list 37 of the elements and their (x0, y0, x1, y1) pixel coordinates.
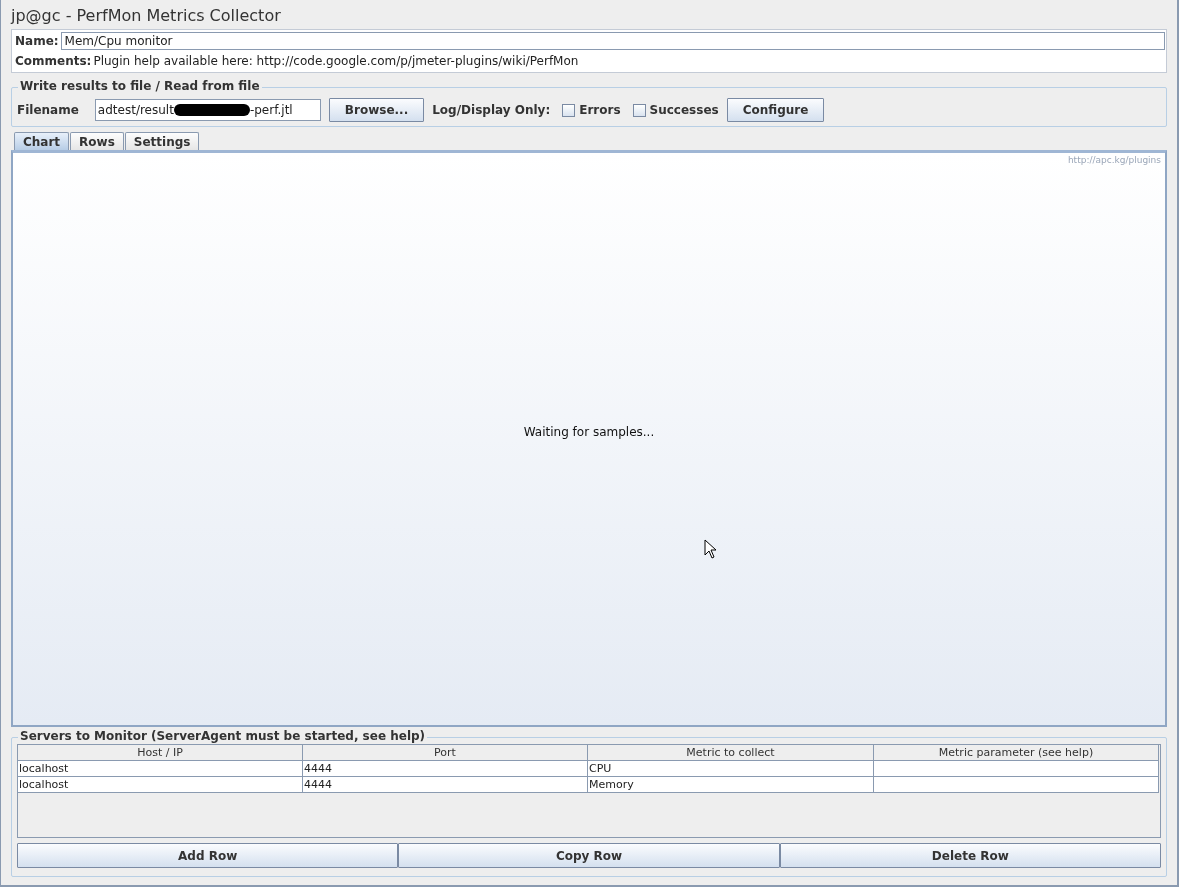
table-action-button[interactable]: Add Row (17, 843, 399, 868)
configure-button[interactable]: Configure (726, 98, 825, 122)
table-cell[interactable]: localhost (18, 777, 303, 793)
group-title: Servers to Monitor (ServerAgent must be started, see help) (18, 729, 428, 743)
table-cell[interactable]: 4444 (303, 761, 588, 777)
column-header[interactable]: Metric parameter (see help) (874, 745, 1159, 761)
table-cell[interactable] (874, 761, 1159, 777)
tab[interactable]: Settings (124, 132, 200, 150)
checkbox[interactable] (632, 103, 646, 117)
tab[interactable]: Chart (14, 132, 70, 150)
checkbox[interactable] (562, 103, 576, 117)
field-label: Name: (14, 34, 59, 48)
column-header[interactable]: Metric to collect (588, 745, 874, 761)
table-cell[interactable]: localhost (18, 761, 303, 777)
window-title: jp@gc - PerfMon Metrics Collector (11, 5, 282, 27)
column-header[interactable]: Host / IP (18, 745, 303, 761)
name-field[interactable]: Mem/Cpu monitor (60, 32, 1165, 50)
field-label: Filename (17, 103, 79, 117)
field-label: Comments: (14, 54, 92, 68)
table-cell[interactable]: Memory (588, 777, 874, 793)
table-action-button[interactable]: Copy Row (398, 843, 780, 868)
tab[interactable]: Rows (70, 132, 124, 150)
table-cell[interactable]: 4444 (303, 777, 588, 793)
checkbox-label: Errors (579, 103, 621, 117)
comments-text: Plugin help available here: http://code.google.com/p/jmeter-plugins/wiki/PerfMon (93, 54, 579, 68)
column-header[interactable]: Port (303, 745, 588, 761)
table-cell[interactable] (874, 777, 1159, 793)
filename-field[interactable]: adtest/result -perf.jtl (94, 99, 321, 121)
watermark-text: http://apc.kg/plugins (1067, 155, 1161, 165)
status-message: Waiting for samples... (523, 425, 655, 439)
mouse-pointer-icon (704, 539, 718, 559)
field-label: Log/Display Only: (432, 103, 551, 117)
checkbox-label: Successes (649, 103, 719, 117)
table-action-button[interactable]: Delete Row (779, 843, 1161, 868)
browse-button[interactable]: Browse... (328, 98, 425, 122)
group-title: Write results to file / Read from file (18, 79, 262, 93)
table-cell[interactable]: CPU (588, 761, 874, 777)
